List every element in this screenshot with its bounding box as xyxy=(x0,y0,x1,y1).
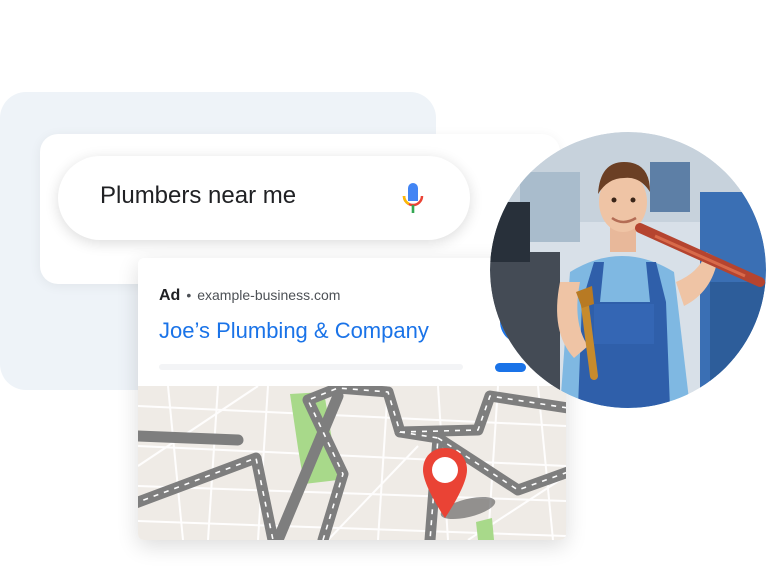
map-pin-icon[interactable] xyxy=(421,446,469,520)
ad-meta-line: Ad • example-business.com xyxy=(159,287,340,305)
ad-label: Ad xyxy=(159,287,181,304)
microphone-icon[interactable] xyxy=(402,182,424,214)
map-view[interactable] xyxy=(138,386,566,540)
separator-dot: • xyxy=(186,287,192,303)
call-button-bar[interactable] xyxy=(495,363,526,372)
search-query-text[interactable]: Plumbers near me xyxy=(100,182,296,210)
plumber-photo xyxy=(490,132,766,408)
ad-description-placeholder xyxy=(159,364,463,370)
ad-title-link[interactable]: Joe’s Plumbing & Company xyxy=(159,318,429,344)
ad-domain: example-business.com xyxy=(197,287,341,303)
search-bar[interactable]: Plumbers near me xyxy=(58,156,470,240)
